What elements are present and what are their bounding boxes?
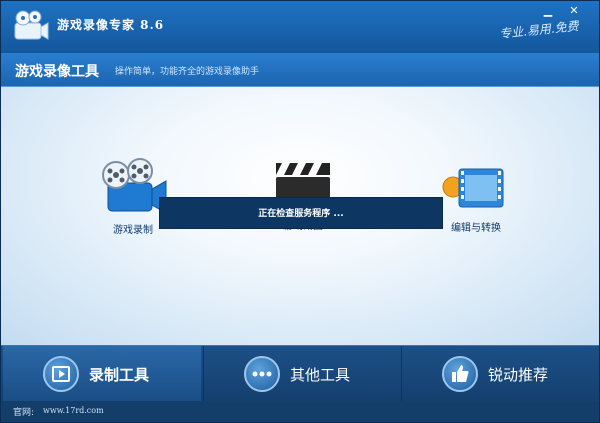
film-edit-icon [442,168,504,208]
minimize-icon[interactable]: ▁ [537,3,559,19]
status-dialog: 正在检查服务程序 ... [159,197,443,229]
app-window: 游戏录像专家 8.6 专业.易用.免费 ▁ ✕ 游戏录像工具 操作简单，功能齐全… [0,0,600,423]
close-icon[interactable]: ✕ [563,3,585,19]
window-title: 游戏录像专家 8.6 [57,18,165,32]
nav-recommend[interactable]: 锐动推荐 [401,346,599,402]
status-message: 正在检查服务程序 ... [258,209,344,219]
thumbs-up-icon [442,356,478,392]
site-label: 官网: [13,408,35,418]
nav-label: 其他工具 [290,366,351,384]
nav-label: 录制工具 [89,366,150,384]
film-icon [43,356,79,392]
section-description: 操作简单，功能齐全的游戏录像助手 [115,67,260,77]
nav-label: 锐动推荐 [488,366,549,384]
section-title: 游戏录像工具 [15,64,99,80]
site-url-link[interactable]: www.17rd.com [43,406,104,415]
camera-film-icon [102,158,167,214]
section-header: 游戏录像工具 操作简单，功能齐全的游戏录像助手 [1,53,599,87]
nav-record-tools[interactable]: 录制工具 [3,346,201,402]
dots-icon [244,356,280,392]
tool-panel: 游戏录制 游戏截图 编辑与转换 [1,87,599,345]
footer: 官网: www.17rd.com [1,401,599,422]
app-logo-icon [14,10,49,40]
tool-edit-convert[interactable]: 编辑与转换 [431,163,521,234]
tool-label: 编辑与转换 [451,223,501,234]
title-bar[interactable]: 游戏录像专家 8.6 专业.易用.免费 ▁ ✕ [1,1,599,53]
nav-other-tools[interactable]: 其他工具 [203,346,401,402]
bottom-nav: 录制工具 其他工具 锐动推荐 [1,345,599,402]
slogan: 专业.易用.免费 [498,18,580,42]
